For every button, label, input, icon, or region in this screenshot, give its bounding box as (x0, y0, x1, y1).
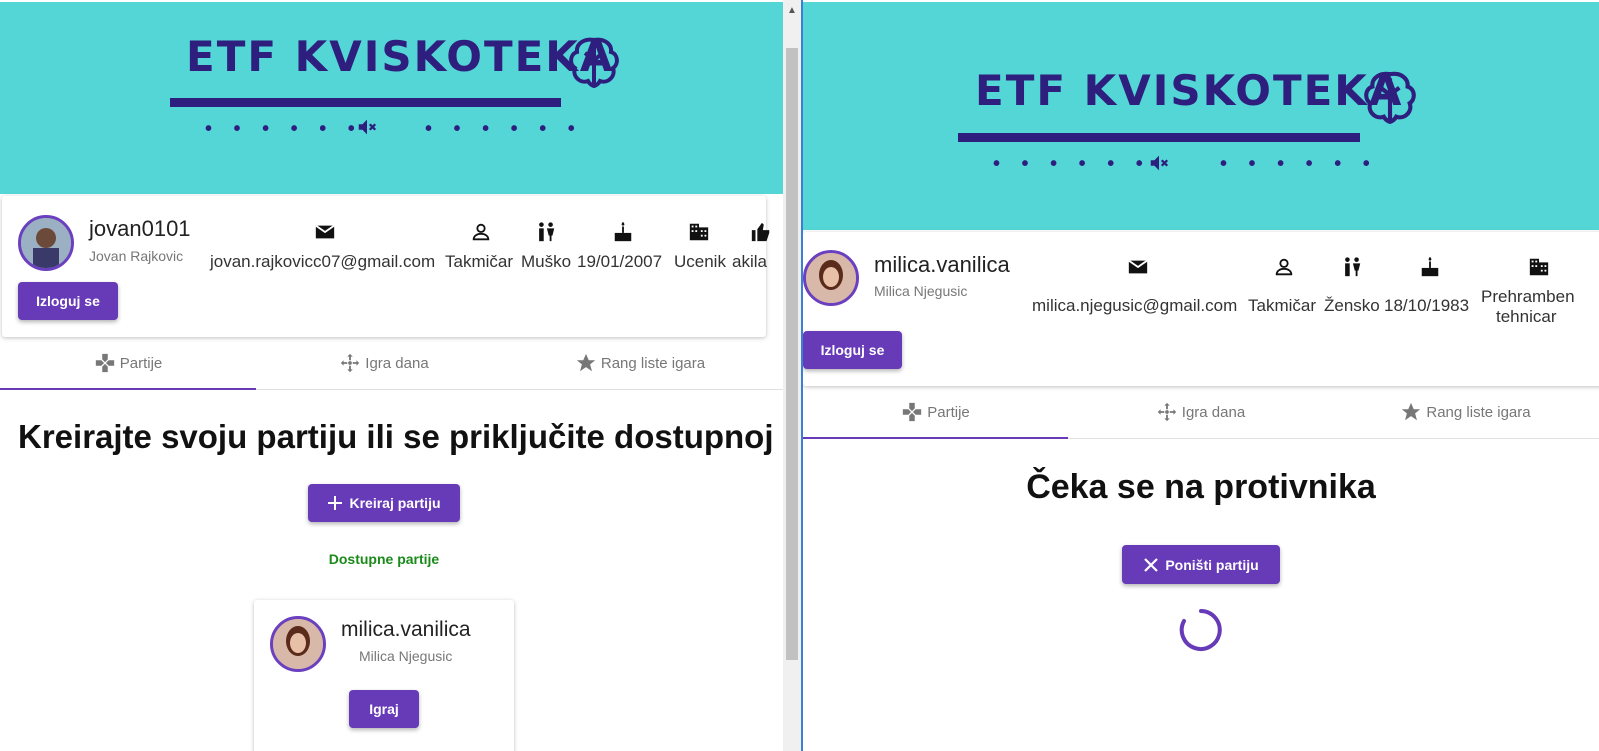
tab-label: Rang liste igara (600, 354, 706, 372)
tab-bar: Partije Igra dana Rang liste igara (0, 338, 785, 390)
brand-dots-right: • • • • • • (425, 118, 583, 140)
birthdate-value: 19/01/2007 (577, 252, 663, 271)
occupation-value: Prehramben (1481, 287, 1575, 306)
tab-partije[interactable]: Partije (803, 387, 1068, 437)
occupation-value-line2: tehnicar (1496, 307, 1557, 326)
email-icon (1128, 259, 1148, 274)
brand-dots-left: • • • • • • (205, 118, 363, 140)
banner: ETF KVISKOTEKA • • • • • • • • • • • • (0, 2, 785, 194)
tab-rang-liste[interactable]: Rang liste igara (1333, 387, 1598, 437)
tab-bar: Partije Igra dana Rang liste igara (803, 387, 1599, 439)
logout-button[interactable]: Izloguj se (803, 331, 902, 369)
scroll-up-arrow-icon[interactable]: ▲ (783, 2, 801, 20)
mute-icon[interactable] (1148, 152, 1170, 174)
brain-icon (1364, 71, 1416, 124)
create-game-button[interactable]: Kreiraj partiju (308, 484, 460, 522)
brand-dots-left: • • • • • • (993, 153, 1151, 175)
tab-partije[interactable]: Partije (0, 338, 256, 388)
gamepad-icon (95, 353, 114, 373)
left-window: ETF KVISKOTEKA • • • • • • • • • • • • j… (0, 0, 785, 751)
avatar (18, 215, 74, 271)
scroll-thumb[interactable] (786, 48, 798, 660)
gamepad-icon (903, 402, 922, 422)
building-icon (689, 223, 709, 241)
page-heading: Kreirajte svoju partiju ili se priključi… (18, 418, 774, 455)
move-icon (341, 353, 360, 373)
role-value: Takmičar (1248, 296, 1317, 315)
email-icon (315, 224, 335, 239)
tab-igra-dana[interactable]: Igra dana (256, 338, 512, 388)
brand-underline (958, 133, 1360, 142)
tab-label: Igra dana (365, 354, 429, 372)
plus-icon (328, 496, 343, 510)
brand-dots-right: • • • • • • (1220, 153, 1378, 175)
tab-indicator (803, 437, 1068, 439)
loading-spinner-icon (1179, 609, 1222, 651)
thumb-icon (751, 222, 770, 242)
fullname: Jovan Rajkovic (89, 248, 184, 264)
tab-label: Partije (927, 403, 970, 421)
gender-value: Muško (521, 252, 572, 271)
banner: ETF KVISKOTEKA • • • • • • • • • • • • (803, 2, 1599, 230)
avatar (270, 616, 326, 672)
person-icon (1275, 258, 1293, 276)
page-heading: Čeka se na protivnika (1026, 468, 1376, 506)
tab-label: Partije (119, 354, 163, 372)
avatar (803, 250, 859, 306)
brand-underline (170, 98, 561, 107)
username: jovan0101 (89, 216, 191, 241)
cake-icon (614, 221, 632, 242)
birthdate-value: 18/10/1983 (1384, 296, 1470, 315)
tab-igra-dana[interactable]: Igra dana (1068, 387, 1333, 437)
tab-label: Igra dana (1181, 403, 1246, 421)
right-window: ETF KVISKOTEKA • • • • • • • • • • • • m… (803, 0, 1599, 751)
game-card: milica.vanilica Milica Njegusic Igraj (254, 600, 514, 751)
role-value: Takmičar (445, 252, 514, 271)
star-icon (1402, 402, 1421, 421)
game-card-fullname: Milica Njegusic (359, 648, 453, 664)
available-games-label: Dostupne partije (328, 551, 440, 567)
move-icon (1157, 402, 1176, 422)
mute-icon[interactable] (356, 116, 378, 138)
fullname: Milica Njegusic (874, 283, 968, 299)
occupation-value: Ucenik (674, 252, 726, 271)
username: milica.vanilica (874, 252, 1010, 277)
email-value: milica.njegusic@gmail.com (1032, 296, 1238, 315)
gender-icon (1345, 257, 1361, 277)
logout-button[interactable]: Izloguj se (18, 282, 118, 320)
play-button[interactable]: Igraj (349, 690, 419, 728)
create-game-label: Kreiraj partiju (349, 495, 441, 511)
scrollbar[interactable]: ▲ (783, 0, 801, 751)
cancel-game-button[interactable]: Poništi partiju (1122, 545, 1280, 584)
extra-value: akila (732, 252, 767, 271)
gender-value: Žensko (1324, 296, 1380, 315)
brain-icon (569, 37, 619, 89)
gender-icon (539, 222, 555, 242)
cancel-game-label: Poništi partiju (1165, 556, 1259, 573)
profile-card: jovan0101 Jovan Rajkovic jovan.rajkovicc… (2, 196, 770, 337)
profile-card: milica.vanilica Milica Njegusic milica.n… (803, 232, 1599, 386)
cake-icon (1421, 256, 1439, 277)
email-value: jovan.rajkovicc07@gmail.com (210, 252, 436, 271)
brand-title: ETF KVISKOTEKA (186, 32, 615, 81)
building-icon (1529, 258, 1549, 276)
tab-label: Rang liste igara (1426, 403, 1531, 421)
person-icon (472, 223, 490, 241)
tab-indicator (0, 388, 256, 390)
star-icon (576, 353, 596, 372)
game-card-username: milica.vanilica (341, 618, 471, 641)
close-icon (1144, 557, 1159, 572)
brand-title: ETF KVISKOTEKA (975, 66, 1404, 115)
tab-rang-liste[interactable]: Rang liste igara (512, 338, 768, 388)
